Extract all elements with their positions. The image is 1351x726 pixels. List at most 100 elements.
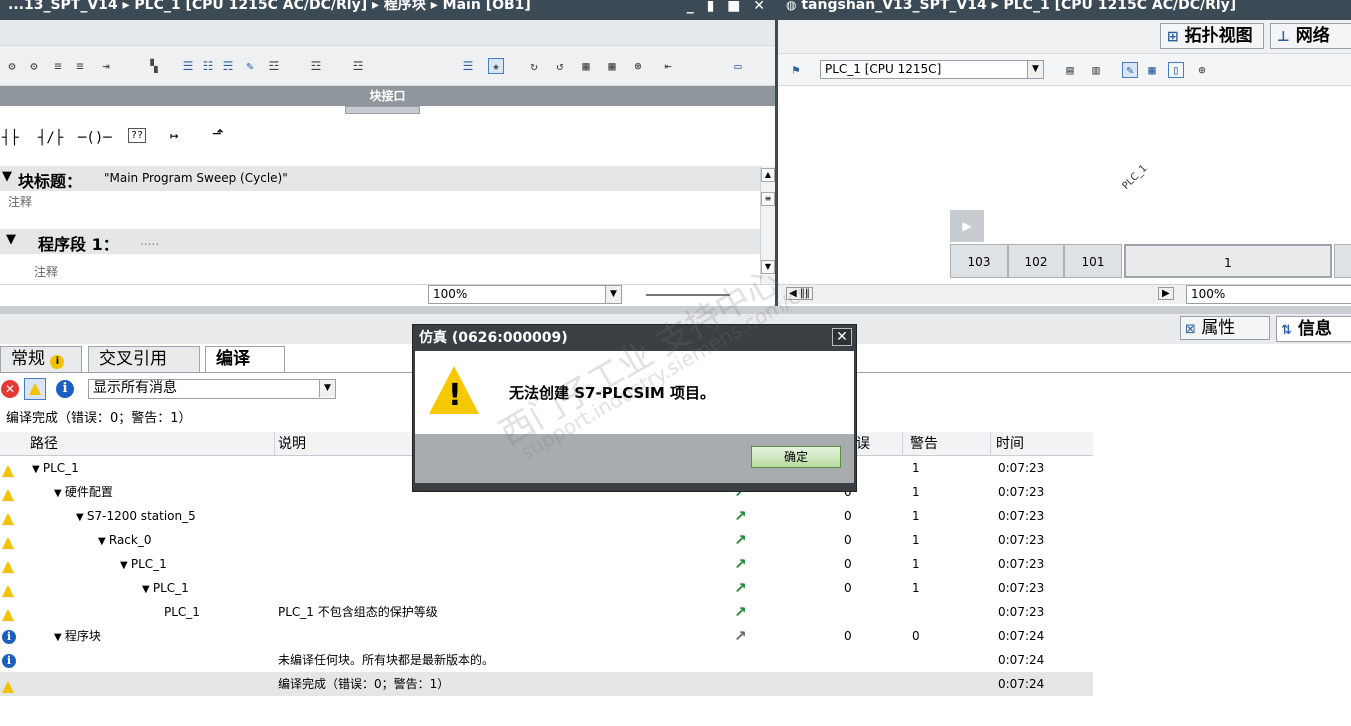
chevron-down-icon[interactable]: ▼	[319, 380, 335, 397]
toolbar-icon-8[interactable]: ☷	[200, 58, 216, 74]
network-1-title[interactable]: .....	[140, 234, 159, 248]
scroll-right-icon[interactable]: ▶	[1158, 287, 1174, 300]
expand-icon[interactable]: ▼	[98, 536, 109, 547]
info-filter-icon[interactable]: i	[56, 380, 74, 398]
goto-arrow-icon[interactable]: ↗	[734, 528, 747, 552]
row-path-label: PLC_1	[152, 581, 189, 595]
slot-103[interactable]: 103	[950, 244, 1008, 278]
goto-arrow-icon[interactable]: ↗	[734, 552, 747, 576]
scroll-up-icon[interactable]: ▲	[761, 168, 775, 182]
zoom-in-icon[interactable]: ⊕	[1194, 62, 1210, 78]
toolbar-icon-3[interactable]: ≡	[50, 58, 66, 74]
expand-icon[interactable]: ▼	[76, 512, 87, 523]
splitter-handle[interactable]	[345, 106, 420, 114]
empty-box-icon[interactable]: ??	[128, 128, 147, 143]
block-title-value[interactable]: "Main Program Sweep (Cycle)"	[104, 171, 288, 185]
toolbar-icon-14[interactable]: ★	[488, 58, 504, 74]
toolbar-icon-6[interactable]: ▚	[146, 58, 162, 74]
col-description[interactable]: 说明	[278, 432, 306, 455]
table-row[interactable]: ▼ S7-1200 station_5 ↗ 0 1 0:07:23	[0, 504, 1093, 528]
slot-101[interactable]: 101	[1064, 244, 1122, 278]
network-comment[interactable]: 注释	[34, 263, 58, 280]
table-row[interactable]: 编译完成（错误：0；警告：1） 0:07:24	[0, 672, 1093, 696]
toolbar-icon-22[interactable]: ▤	[1062, 62, 1078, 78]
goto-arrow-icon[interactable]: ↗	[734, 576, 747, 600]
toolbar-icon-9[interactable]: ☴	[220, 58, 236, 74]
toolbar-icon-4[interactable]: ≡	[72, 58, 88, 74]
editor-zoom-select[interactable]: 100% ▼	[428, 285, 622, 304]
toolbar-icon-17[interactable]: ▦	[578, 58, 594, 74]
expand-icon[interactable]: ▼	[54, 488, 65, 499]
no-contact-icon[interactable]: ┤├	[2, 130, 19, 146]
tab-compile[interactable]: 编译	[205, 346, 285, 373]
toolbar-icon-12[interactable]: ☲	[350, 58, 366, 74]
expand-icon[interactable]: ▼	[120, 560, 131, 571]
toolbar-icon-25[interactable]: ▦	[1144, 62, 1160, 78]
table-row[interactable]: i 未编译任何块。所有块都是最新版本的。 0:07:24	[0, 648, 1093, 672]
block-comment[interactable]: 注释	[8, 193, 32, 210]
device-select[interactable]: PLC_1 [CPU 1215C] ▼	[820, 60, 1044, 79]
network-collapse-icon[interactable]: ▼	[6, 232, 16, 247]
block-interface-bar[interactable]: 块接口	[0, 86, 775, 106]
col-time[interactable]: 时间	[996, 432, 1024, 455]
toolbar-icon-24[interactable]: ✎	[1122, 62, 1138, 78]
expand-icon[interactable]: ▼	[142, 584, 153, 595]
tab-general-label: 常规	[11, 349, 45, 369]
tab-network-view[interactable]: ⊥ 网络	[1270, 23, 1351, 49]
toolbar-icon-5[interactable]: ⇥	[98, 58, 114, 74]
table-row[interactable]: ▼ Rack_0 ↗ 0 1 0:07:23	[0, 528, 1093, 552]
col-path[interactable]: 路径	[30, 432, 58, 455]
toolbar-icon-20[interactable]: ⇤	[660, 58, 676, 74]
toolbar-icon-16[interactable]: ↺	[552, 58, 568, 74]
warning-filter-icon[interactable]	[24, 378, 46, 400]
open-branch-icon[interactable]: ↦	[170, 128, 178, 144]
slot-next[interactable]	[1334, 244, 1351, 278]
tab-topology-view[interactable]: ⊞ 拓扑视图	[1160, 23, 1264, 49]
toolbar-icon-26[interactable]: ▯	[1168, 62, 1184, 78]
goto-arrow-icon[interactable]: ↗	[734, 504, 747, 528]
expand-arrow-icon[interactable]: ▶	[950, 210, 984, 242]
table-row[interactable]: PLC_1 PLC_1 不包含组态的保护等级 ↗ 0:07:23	[0, 600, 1093, 624]
close-branch-icon[interactable]: ⬏	[212, 126, 224, 142]
tab-properties[interactable]: ⊠ 属性	[1180, 316, 1270, 340]
goto-arrow-icon[interactable]: ↗	[734, 624, 747, 648]
toolbar-icon-7[interactable]: ☰	[180, 58, 196, 74]
collapse-icon[interactable]: ▼	[2, 169, 12, 184]
expand-icon[interactable]: ▼	[54, 632, 65, 643]
device-icon[interactable]: ⚑	[788, 62, 804, 78]
canvas-zoom-select[interactable]: 100%	[1186, 285, 1351, 304]
toolbar-icon-11[interactable]: ☲	[308, 58, 324, 74]
device-canvas[interactable]: PLC_1 ▶ 103 102 101 1	[778, 86, 1351, 284]
chevron-down-icon[interactable]: ▼	[1027, 61, 1043, 78]
col-warnings[interactable]: 警告	[910, 432, 938, 455]
scroll-thumb[interactable]: ≡	[761, 192, 775, 206]
toolbar-icon-13[interactable]: ☰	[460, 58, 476, 74]
slot-102[interactable]: 102	[1008, 244, 1064, 278]
expand-icon[interactable]: ▼	[32, 464, 43, 475]
tab-general[interactable]: 常规 i	[0, 346, 82, 372]
comment-toggle-icon[interactable]: ✎	[242, 58, 258, 74]
nc-contact-icon[interactable]: ┤/├	[38, 130, 63, 146]
chevron-down-icon[interactable]: ▼	[605, 286, 621, 303]
goto-arrow-icon[interactable]: ↗	[734, 600, 747, 624]
close-icon[interactable]: ✕	[832, 328, 852, 346]
toolbar-icon-1[interactable]: ⚙	[4, 58, 20, 74]
ok-button[interactable]: 确定	[751, 446, 841, 468]
toolbar-icon-10[interactable]: ☲	[266, 58, 282, 74]
left-window-controls[interactable]: _ ▮ ■ ✕	[687, 0, 769, 13]
toolbar-icon-2[interactable]: ⚙	[26, 58, 42, 74]
table-row[interactable]: ▼ PLC_1 ↗ 0 1 0:07:23	[0, 552, 1093, 576]
toolbar-icon-18[interactable]: ▦	[604, 58, 620, 74]
tab-info[interactable]: ⇅ 信息	[1276, 316, 1351, 342]
error-filter-icon[interactable]: ✕	[1, 380, 19, 398]
toolbar-icon-23[interactable]: ▥	[1088, 62, 1104, 78]
toolbar-icon-19[interactable]: ⊛	[630, 58, 646, 74]
table-row[interactable]: i ▼ 程序块 ↗ 0 0 0:07:24	[0, 624, 1093, 648]
table-row[interactable]: ▼ PLC_1 ↗ 0 1 0:07:23	[0, 576, 1093, 600]
tab-cross-ref[interactable]: 交叉引用	[88, 346, 200, 372]
message-filter-select[interactable]: 显示所有消息 ▼	[88, 379, 336, 399]
toolbar-icon-21[interactable]: ▭	[730, 58, 746, 74]
slot-1[interactable]: 1	[1124, 244, 1332, 278]
coil-icon[interactable]: ─()─	[78, 130, 112, 146]
toolbar-icon-15[interactable]: ↻	[526, 58, 542, 74]
